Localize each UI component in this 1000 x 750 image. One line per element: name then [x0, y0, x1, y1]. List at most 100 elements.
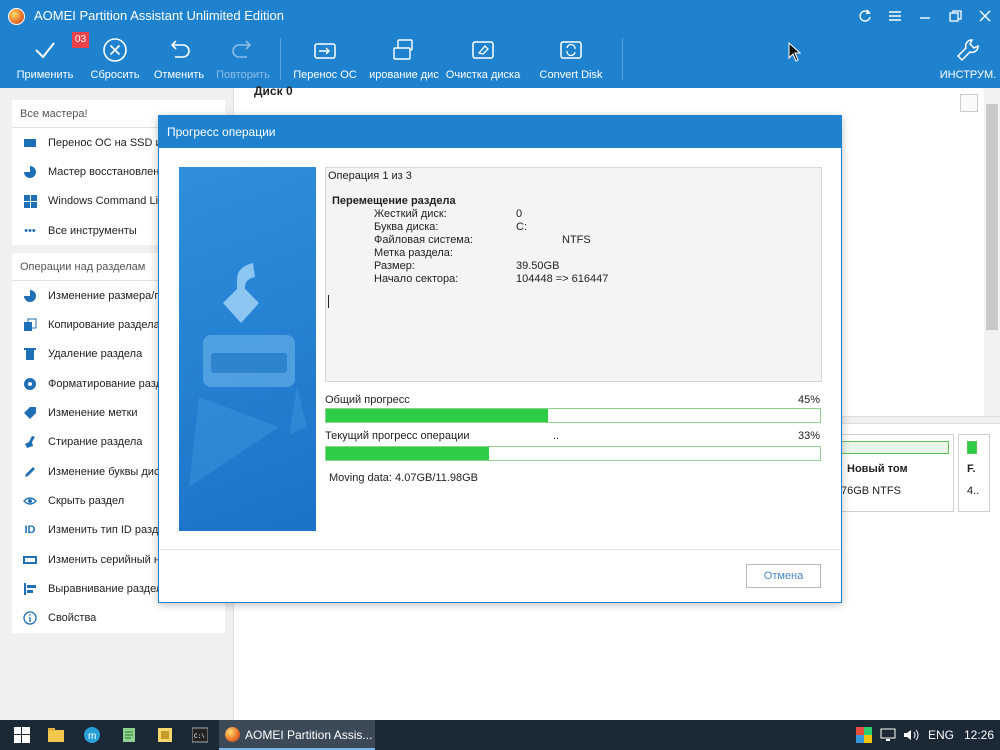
operation-count: Операция 1 из 3 — [328, 170, 412, 182]
title-bar: AOMEI Partition Assistant Unlimited Edit… — [0, 0, 1000, 32]
serial-icon — [22, 552, 38, 568]
wipe-disk-button[interactable]: ирование дис — [366, 32, 442, 88]
more-icon: ••• — [24, 224, 36, 237]
detail-key: Начало сектора: — [374, 273, 459, 285]
partition-card[interactable]: F. 4.. — [958, 434, 990, 512]
copy-icon — [22, 317, 38, 333]
dialog-footer-divider — [159, 549, 841, 550]
app-header: AOMEI Partition Assistant Unlimited Edit… — [0, 0, 1000, 88]
language-indicator[interactable]: ENG — [928, 728, 954, 742]
discard-button[interactable]: Сбросить — [84, 32, 146, 88]
current-progress-label: Текущий прогресс операции — [325, 430, 470, 442]
minimize-button[interactable] — [910, 0, 940, 32]
apply-button[interactable]: 03 Применить — [12, 32, 90, 88]
undo-icon — [170, 40, 190, 58]
detail-key: Файловая система: — [374, 234, 474, 246]
partition-card[interactable]: Новый том 76GB NTFS — [836, 434, 954, 512]
taskbar-app-aomei[interactable]: AOMEI Partition Assis... — [219, 720, 375, 750]
redo-icon — [232, 40, 252, 58]
cancel-button[interactable]: Отмена — [746, 564, 821, 588]
undo-button[interactable]: Отменить — [150, 32, 208, 88]
close-button[interactable] — [970, 0, 1000, 32]
taskbar: m C:\ AOMEI Partition Assis... ENG 12:26 — [0, 720, 1000, 750]
total-progress-bar — [325, 408, 821, 423]
migrate-os-button[interactable]: Перенос ОС — [290, 32, 360, 88]
detail-key: Метка раздела: — [374, 247, 453, 259]
wrench-icon — [956, 39, 979, 62]
id-icon: ID — [24, 524, 36, 537]
operation-name: Перемещение раздела — [332, 195, 456, 207]
refresh-icon[interactable] — [850, 0, 880, 32]
dialog-title: Прогресс операции — [159, 116, 841, 148]
sidebar-item-properties[interactable]: Свойства — [12, 603, 225, 632]
pencil-icon — [22, 464, 38, 480]
detail-value: C: — [516, 221, 527, 233]
command-prompt-icon[interactable]: C:\ — [192, 727, 208, 743]
disk-label: Диск 0 — [254, 84, 293, 98]
disk-copy-icon — [393, 39, 413, 60]
file-explorer-icon[interactable] — [48, 727, 64, 743]
detail-key: Буква диска: — [374, 221, 439, 233]
toolbar-separator — [622, 38, 623, 80]
svg-text:C:\: C:\ — [194, 733, 205, 740]
mouse-cursor-icon — [788, 42, 802, 62]
partition-usage-bar — [967, 441, 977, 454]
trash-icon — [22, 346, 38, 362]
current-progress-fill — [326, 447, 490, 460]
menu-icon[interactable] — [880, 0, 910, 32]
partition-name: Новый том — [847, 463, 908, 475]
disk-download-icon — [189, 263, 307, 487]
partition-size: 76GB NTFS — [841, 485, 901, 497]
broom-icon — [22, 434, 38, 450]
checkmark-icon — [35, 42, 55, 59]
disk-migrate-icon — [314, 43, 336, 59]
total-progress-label: Общий прогресс — [325, 394, 410, 406]
convert-icon — [560, 41, 582, 59]
detail-key: Жесткий диск: — [374, 208, 447, 220]
current-progress-percent: 33% — [797, 430, 820, 442]
info-icon — [22, 610, 38, 626]
clock[interactable]: 12:26 — [964, 728, 994, 742]
pie-icon — [22, 288, 38, 304]
redo-button[interactable]: Повторить — [212, 32, 274, 88]
tools-app-icon[interactable] — [157, 727, 173, 743]
detail-value: 104448 => 616447 — [516, 273, 609, 285]
current-progress-dots: .. — [553, 430, 560, 442]
eraser-icon — [472, 41, 494, 59]
convert-disk-button[interactable]: Convert Disk — [534, 32, 608, 88]
view-toggle-icon[interactable] — [960, 94, 978, 112]
operation-log: Операция 1 из 3 Перемещение раздела Жест… — [325, 167, 822, 382]
cancel-circle-icon — [103, 38, 127, 62]
volume-icon[interactable] — [903, 727, 919, 743]
vertical-scrollbar[interactable] — [984, 88, 1000, 416]
clean-disk-button[interactable]: Очистка диска — [444, 32, 522, 88]
disk-icon — [22, 135, 38, 151]
pie-icon — [22, 164, 38, 180]
detail-value: NTFS — [562, 234, 591, 246]
eye-hidden-icon — [22, 493, 38, 509]
app-logo-icon — [8, 8, 25, 25]
tools-button[interactable]: ИНСТРУМ. — [938, 32, 998, 88]
svg-text:m: m — [88, 731, 96, 742]
partition-size: 4.. — [967, 485, 980, 497]
notepad-icon[interactable] — [121, 727, 137, 743]
partition-usage-bar — [841, 441, 949, 454]
scrollbar-thumb[interactable] — [986, 104, 998, 330]
windows-start-icon[interactable] — [14, 727, 30, 743]
browser-icon[interactable]: m — [84, 727, 100, 743]
main-toolbar: 03 Применить Сбросить Отменить Повторить… — [0, 32, 1000, 88]
total-progress-percent: 45% — [797, 394, 820, 406]
toolbar-separator — [280, 38, 281, 80]
current-progress-bar — [325, 446, 821, 461]
network-icon[interactable] — [880, 727, 896, 743]
align-icon — [22, 581, 38, 597]
detail-key: Размер: — [374, 260, 415, 272]
progress-dialog: Прогресс операции Операция 1 из 3 Переме… — [158, 115, 842, 603]
tag-icon — [22, 405, 38, 421]
detail-value: 39.50GB — [516, 260, 560, 272]
window-title: AOMEI Partition Assistant Unlimited Edit… — [34, 8, 284, 23]
text-caret — [328, 295, 329, 308]
restore-button[interactable] — [940, 0, 970, 32]
color-tray-icon[interactable] — [856, 727, 872, 743]
windows-icon — [22, 193, 38, 209]
